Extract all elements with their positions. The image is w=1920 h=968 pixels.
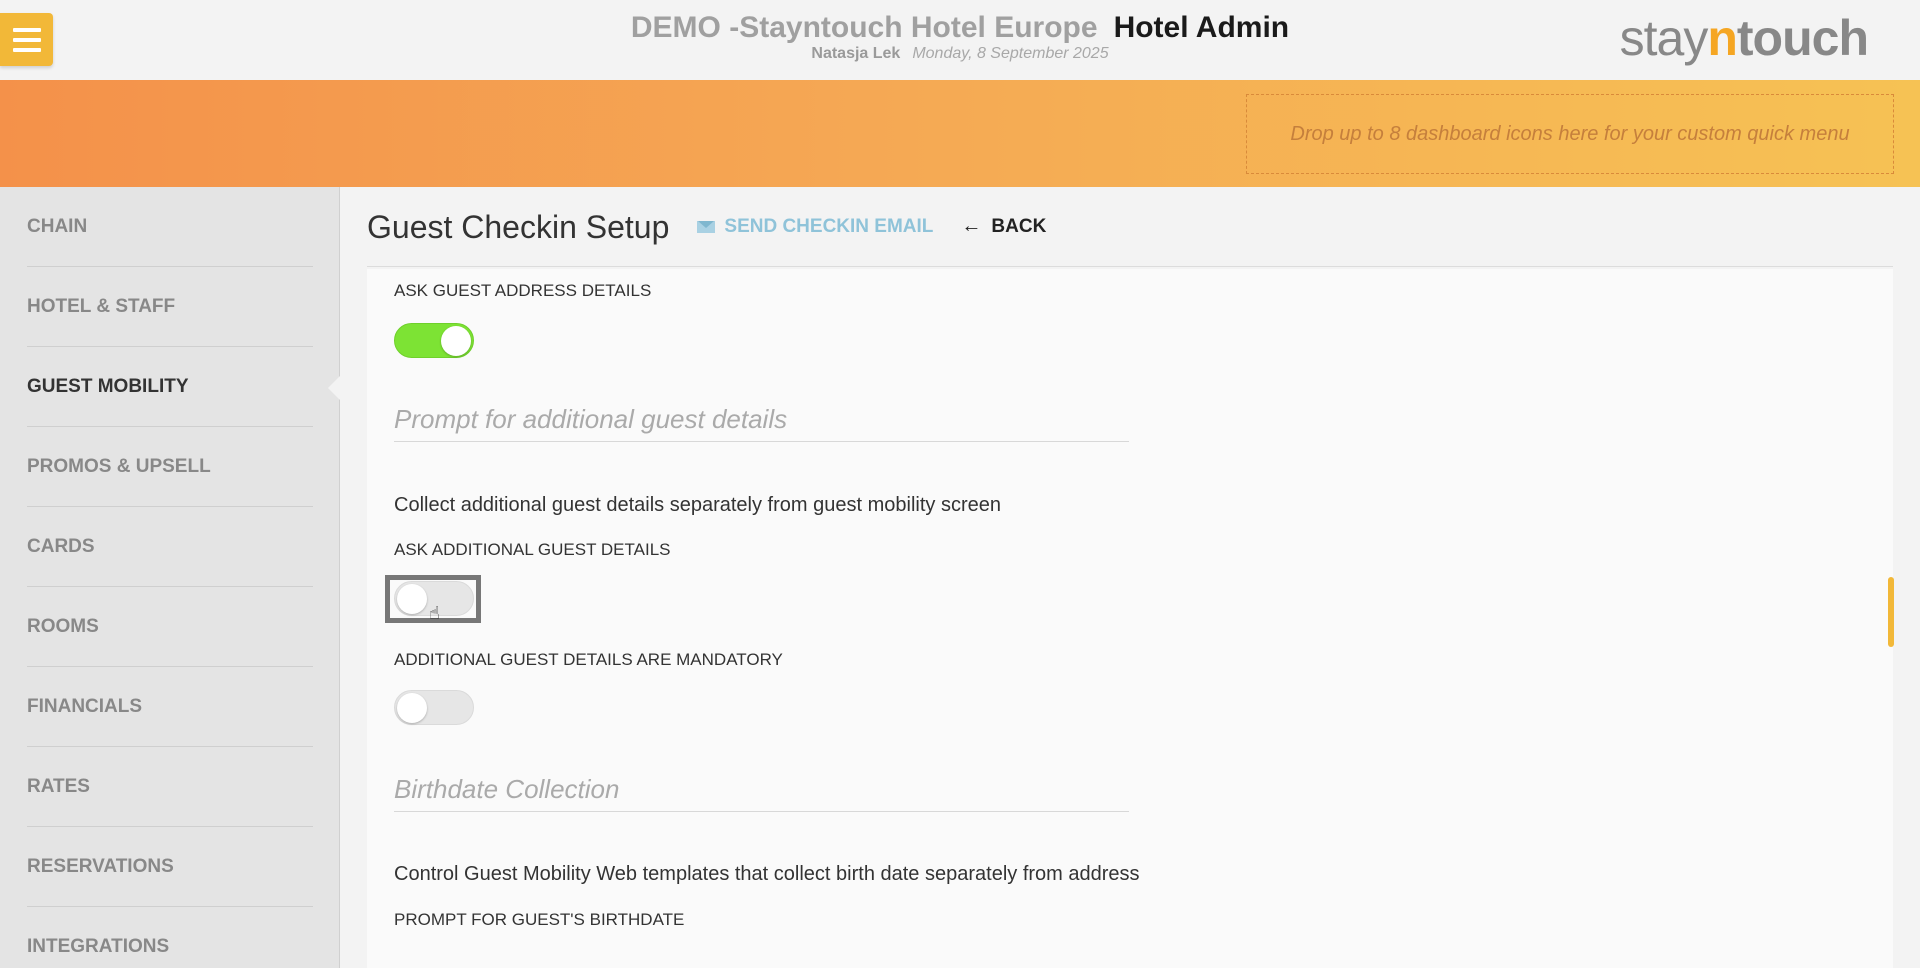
current-date: Monday, 8 September 2025	[912, 45, 1109, 62]
envelope-icon	[697, 220, 716, 233]
hand-cursor-icon: ☝	[429, 603, 440, 623]
main-panel: Guest Checkin Setup SEND CHECKIN EMAIL ←…	[340, 187, 1920, 968]
ask-additional-label: ASK ADDITIONAL GUEST DETAILS	[394, 540, 671, 559]
sidebar-item-reservations[interactable]: RESERVATIONS	[27, 827, 313, 907]
send-checkin-email-label: SEND CHECKIN EMAIL	[724, 215, 934, 237]
mandatory-toggle[interactable]	[394, 690, 474, 725]
additional-details-description: Collect additional guest details separat…	[394, 494, 1001, 516]
sidebar-item-rooms[interactable]: ROOMS	[27, 587, 313, 667]
page-title: Guest Checkin Setup	[367, 208, 670, 245]
birthdate-description: Control Guest Mobility Web templates tha…	[394, 863, 1140, 885]
birthdate-section-title: Birthdate Collection	[394, 774, 1129, 812]
dashboard-banner: Drop up to 8 dashboard icons here for yo…	[0, 80, 1920, 187]
sidebar-item-rates[interactable]: RATES	[27, 747, 313, 827]
sidebar-item-chain[interactable]: CHAIN	[27, 187, 313, 267]
mandatory-label: ADDITIONAL GUEST DETAILS ARE MANDATORY	[394, 650, 783, 669]
sidebar-item-financials[interactable]: FINANCIALS	[27, 667, 313, 747]
prompt-birthdate-label: PROMPT FOR GUEST'S BIRTHDATE	[394, 910, 685, 929]
hotel-name: DEMO -Stayntouch Hotel Europe	[630, 11, 1098, 44]
ask-address-toggle[interactable]	[394, 323, 474, 358]
stayntouch-logo: stayntouch	[1619, 10, 1869, 66]
additional-details-section-title: Prompt for additional guest details	[394, 404, 1129, 442]
back-button[interactable]: ← BACK	[961, 215, 1046, 238]
user-name: Natasja Lek	[811, 45, 901, 62]
sidebar: CHAIN HOTEL & STAFF GUEST MOBILITY PROMO…	[0, 187, 341, 968]
top-bar: DEMO -Stayntouch Hotel Europe Hotel Admin…	[0, 0, 1920, 80]
ask-address-label: ASK GUEST ADDRESS DETAILS	[394, 281, 652, 300]
app-name: Hotel Admin	[1113, 11, 1290, 44]
sidebar-item-guest-mobility[interactable]: GUEST MOBILITY	[27, 347, 313, 427]
send-checkin-email-button[interactable]: SEND CHECKIN EMAIL	[697, 216, 933, 238]
sidebar-item-hotel-staff[interactable]: HOTEL & STAFF	[27, 267, 313, 347]
toggle-knob	[397, 584, 427, 614]
quick-menu-dropzone[interactable]: Drop up to 8 dashboard icons here for yo…	[1246, 94, 1894, 174]
back-label: BACK	[991, 215, 1047, 237]
sidebar-item-cards[interactable]: CARDS	[27, 507, 313, 587]
vertical-scrollbar[interactable]	[1888, 577, 1894, 647]
toggle-knob	[441, 326, 471, 356]
sidebar-item-promos-upsell[interactable]: PROMOS & UPSELL	[27, 427, 313, 507]
page-header: Guest Checkin Setup SEND CHECKIN EMAIL ←…	[367, 187, 1893, 267]
sidebar-item-integrations[interactable]: INTEGRATIONS	[27, 907, 313, 968]
settings-content: ASK GUEST ADDRESS DETAILS Prompt for add…	[367, 269, 1893, 968]
toggle-knob	[397, 693, 427, 723]
arrow-left-icon: ←	[961, 215, 982, 237]
